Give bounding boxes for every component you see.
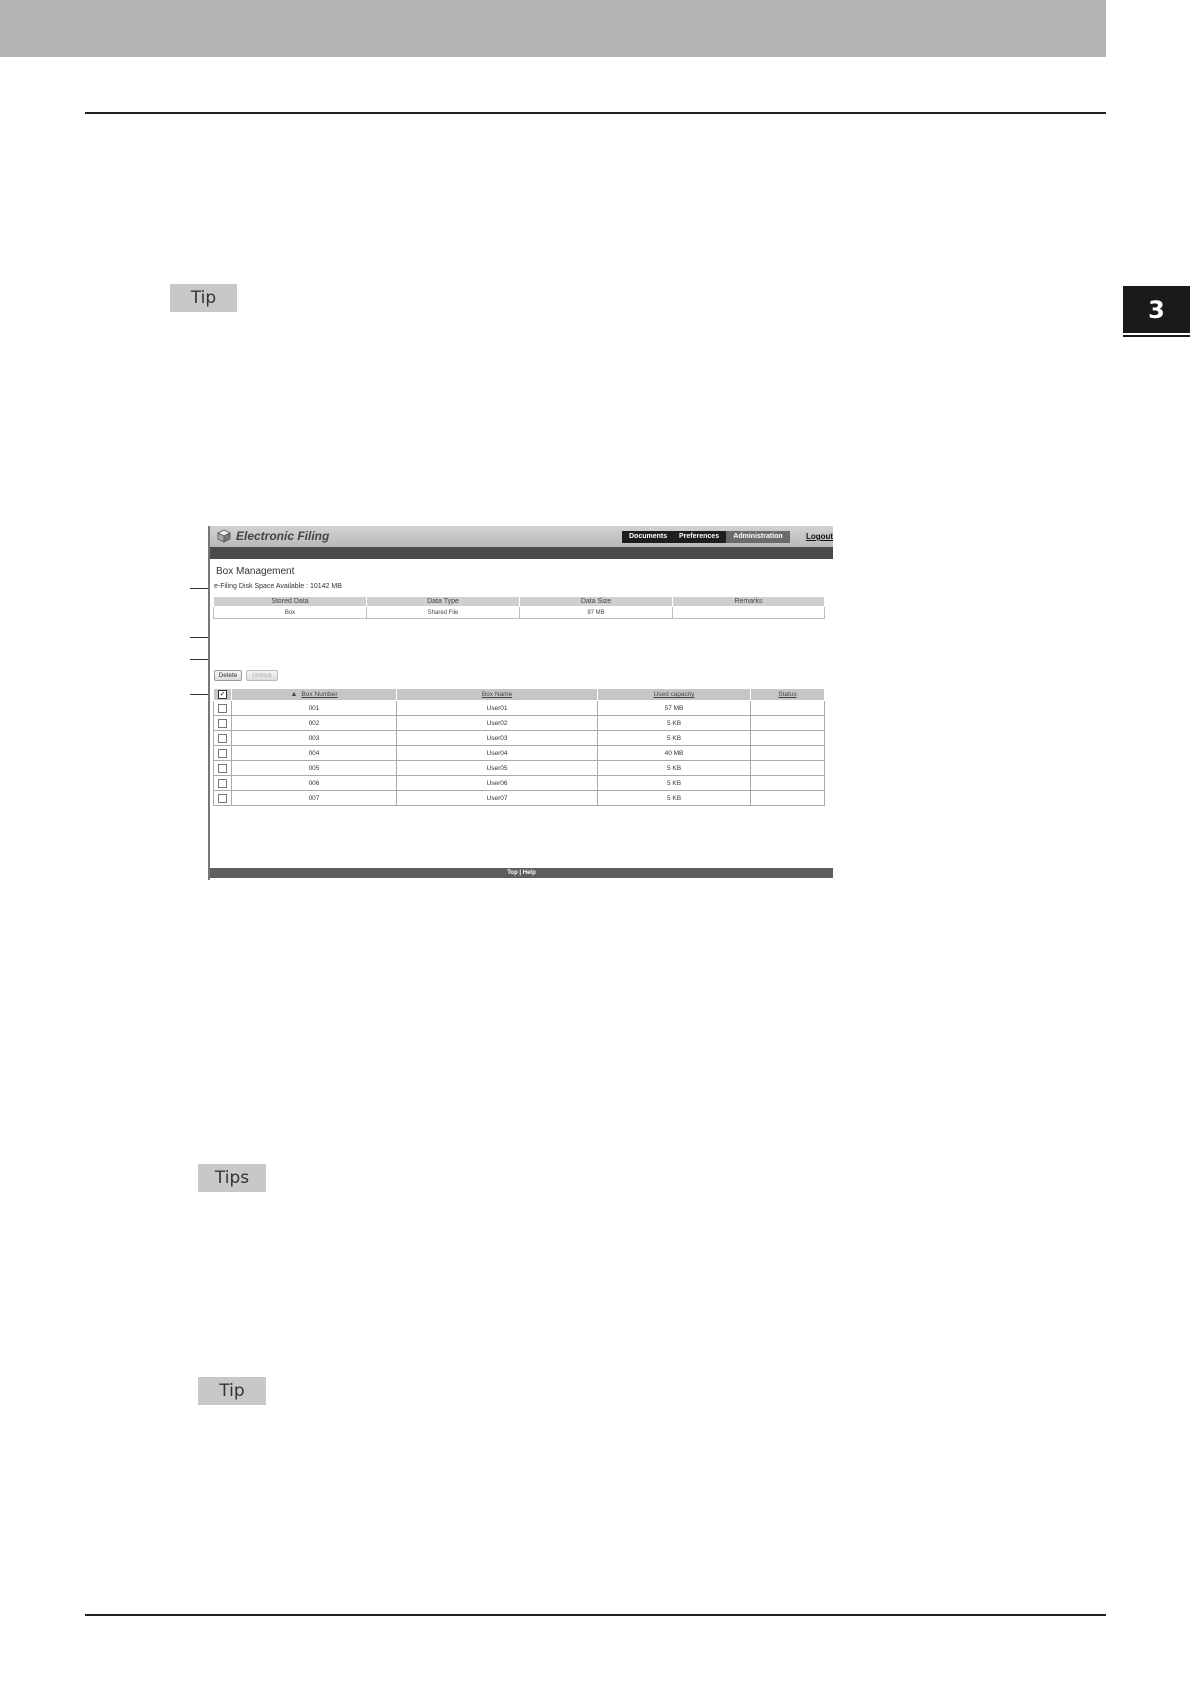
table-row: 006 User06 5 KB — [213, 775, 825, 791]
row-checkbox-cell — [213, 730, 232, 746]
app-footer[interactable]: Top | Help — [210, 868, 833, 878]
unlock-button[interactable]: Unlock — [246, 670, 278, 681]
table-cell — [750, 790, 825, 806]
bottom-divider — [85, 1614, 1106, 1616]
column-header: Data Size — [519, 596, 673, 607]
table-cell: User01 — [396, 700, 598, 716]
disk-space-available: e-Filing Disk Space Available : 10142 MB — [214, 583, 342, 590]
table-row: 004 User04 40 MB — [213, 745, 825, 761]
table-cell: User07 — [396, 790, 598, 806]
table-cell — [750, 715, 825, 731]
select-all-checkbox[interactable]: ✓ — [218, 690, 227, 699]
table-cell: 5 KB — [597, 715, 751, 731]
chapter-tab: 3 — [1123, 286, 1190, 333]
table-cell: 001 — [231, 700, 397, 716]
column-header-box-number[interactable]: ▲ Box Number — [231, 688, 397, 701]
table-cell: 007 — [231, 790, 397, 806]
cube-icon — [217, 529, 231, 543]
table-cell — [750, 745, 825, 761]
column-header: Remarks — [672, 596, 825, 607]
row-checkbox[interactable] — [218, 703, 227, 713]
nav-administration[interactable]: Administration — [726, 531, 790, 543]
app-subheader-band — [210, 547, 833, 559]
table-row: 005 User05 5 KB — [213, 760, 825, 776]
table-cell: User02 — [396, 715, 598, 731]
column-header: Data Type — [366, 596, 520, 607]
table-cell: User03 — [396, 730, 598, 746]
row-checkbox-cell — [213, 715, 232, 731]
nav-documents[interactable]: Documents — [622, 531, 672, 543]
row-checkbox[interactable] — [218, 763, 227, 773]
column-header-used-capacity[interactable]: Used capacity — [597, 688, 751, 701]
table-cell: User05 — [396, 760, 598, 776]
callout-line-1 — [190, 588, 208, 589]
column-header: Stored Data — [213, 596, 367, 607]
stored-data-table: Stored Data Data Type Data Size Remarks … — [213, 596, 825, 619]
table-cell: Box — [213, 606, 367, 619]
table-cell — [750, 730, 825, 746]
table-row: 001 User01 57 MB — [213, 700, 825, 716]
column-header-status[interactable]: Status — [750, 688, 825, 701]
row-checkbox[interactable] — [218, 748, 227, 758]
table-cell: 006 — [231, 775, 397, 791]
table-row: 002 User02 5 KB — [213, 715, 825, 731]
table-cell: User04 — [396, 745, 598, 761]
column-header-box-name[interactable]: Box Name — [396, 688, 598, 701]
e-filing-screenshot: Electronic Filing Documents Preferences … — [208, 526, 833, 880]
table-cell — [750, 775, 825, 791]
select-all-header: ✓ — [213, 688, 232, 701]
table-row: 007 User07 5 KB — [213, 790, 825, 806]
table-cell: 004 — [231, 745, 397, 761]
page-header-band — [0, 0, 1106, 57]
delete-button[interactable]: Delete — [214, 670, 242, 681]
table-cell — [672, 606, 825, 619]
row-checkbox[interactable] — [218, 793, 227, 803]
chapter-tab-rule — [1123, 335, 1190, 337]
tip-label-2: Tip — [198, 1377, 266, 1405]
table-cell: 57 MB — [597, 700, 751, 716]
row-checkbox[interactable] — [218, 778, 227, 788]
table-cell: 5 KB — [597, 790, 751, 806]
app-title: Electronic Filing — [236, 529, 330, 543]
row-checkbox-cell — [213, 760, 232, 776]
row-checkbox[interactable] — [218, 733, 227, 743]
table-cell: 5 KB — [597, 730, 751, 746]
box-table: ✓ ▲ Box Number Box Name Used capacity Sta… — [213, 688, 825, 806]
top-nav: Documents Preferences Administration — [622, 531, 790, 543]
table-row: Box Shared File 97 MB — [213, 606, 825, 619]
table-row: 003 User03 5 KB — [213, 730, 825, 746]
top-divider — [85, 112, 1106, 114]
table-cell: 003 — [231, 730, 397, 746]
nav-preferences[interactable]: Preferences — [672, 531, 726, 543]
table-cell — [750, 760, 825, 776]
page-title: Box Management — [216, 566, 295, 577]
table-cell — [750, 700, 825, 716]
table-cell: 97 MB — [519, 606, 673, 619]
table-cell: 002 — [231, 715, 397, 731]
tips-label: Tips — [198, 1164, 266, 1192]
tip-label: Tip — [170, 284, 237, 312]
sort-ascending-icon: ▲ — [290, 691, 298, 698]
row-checkbox-cell — [213, 775, 232, 791]
row-checkbox[interactable] — [218, 718, 227, 728]
row-checkbox-cell — [213, 745, 232, 761]
logout-link[interactable]: Logout — [806, 532, 833, 541]
table-cell: Shared File — [366, 606, 520, 619]
table-cell: User06 — [396, 775, 598, 791]
column-header-label: Box Number — [301, 691, 338, 698]
table-cell: 40 MB — [597, 745, 751, 761]
app-header: Electronic Filing Documents Preferences … — [210, 526, 833, 547]
table-cell: 5 KB — [597, 760, 751, 776]
row-checkbox-cell — [213, 790, 232, 806]
table-cell: 5 KB — [597, 775, 751, 791]
table-cell: 005 — [231, 760, 397, 776]
row-checkbox-cell — [213, 700, 232, 716]
